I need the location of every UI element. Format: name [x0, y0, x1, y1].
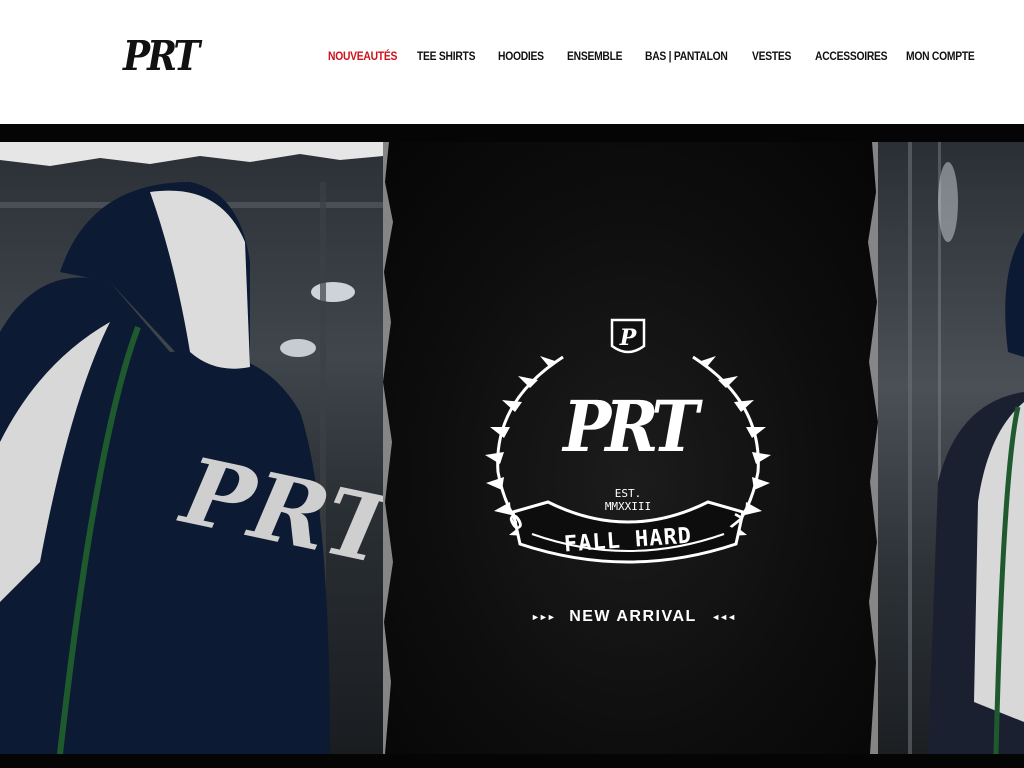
arrow-right-icon: ►►► [531, 612, 556, 622]
nav-item-accessoires[interactable]: ACCESSOIRES [815, 48, 888, 64]
hero-center-panel: P PRT EST. MMXXIII 0 7 FALL HARD ►►► NEW… [383, 142, 878, 754]
hero-banner[interactable]: PRT P PRT EST. MMXXIII 0 7 FALL HARD ►►►… [0, 124, 1024, 768]
figure-reflection-illustration [908, 142, 1024, 754]
torn-edge-right [868, 142, 878, 754]
hero-photo-left: PRT [0, 142, 383, 754]
hero-top-edge [0, 124, 1024, 142]
hero-photo-right [878, 142, 1024, 754]
new-arrival-link[interactable]: ►►► NEW ARRIVAL ◄◄◄ [493, 608, 773, 632]
nav-item-bas-pantalon[interactable]: BAS | PANTALON [645, 48, 728, 64]
emblem-est-line2: MMXXIII [604, 500, 652, 513]
brand-emblem: P PRT EST. MMXXIII 0 7 FALL HARD [468, 312, 788, 612]
emblem-logo-text: PRT [563, 386, 699, 469]
nav-item-tee-shirts[interactable]: TEE SHIRTS [417, 48, 475, 64]
emblem-monogram: P [619, 325, 637, 351]
site-header: PRT NOUVEAUTÉS TEE SHIRTS HOODIES ENSEMB… [0, 0, 1024, 124]
torn-edge-left [383, 142, 393, 754]
emblem-est-text: EST. MMXXIII [578, 487, 678, 513]
arrow-left-icon: ◄◄◄ [711, 612, 736, 622]
nav-item-vestes[interactable]: VESTES [752, 48, 791, 64]
new-arrival-label: NEW ARRIVAL [569, 608, 697, 625]
nav-item-ensemble[interactable]: ENSEMBLE [567, 48, 623, 64]
hero-bottom-edge [0, 754, 1024, 768]
main-nav: NOUVEAUTÉS TEE SHIRTS HOODIES ENSEMBLE B… [0, 48, 1024, 68]
nav-item-hoodies[interactable]: HOODIES [498, 48, 544, 64]
emblem-est-line1: EST. [614, 487, 642, 500]
nav-item-mon-compte[interactable]: MON COMPTE [906, 48, 975, 64]
hooded-figure-illustration: PRT [0, 142, 383, 754]
nav-item-nouveautes[interactable]: NOUVEAUTÉS [328, 48, 397, 64]
